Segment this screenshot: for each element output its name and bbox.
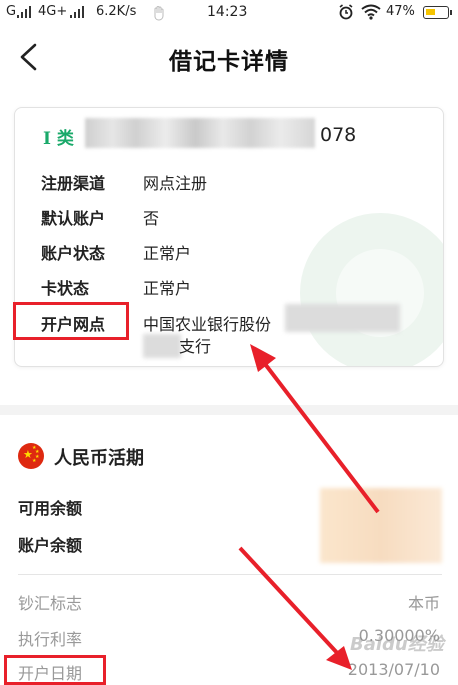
arrow-to-branch (250, 344, 380, 514)
arrow-to-open-date (238, 546, 352, 670)
annotation-arrows (238, 344, 380, 670)
